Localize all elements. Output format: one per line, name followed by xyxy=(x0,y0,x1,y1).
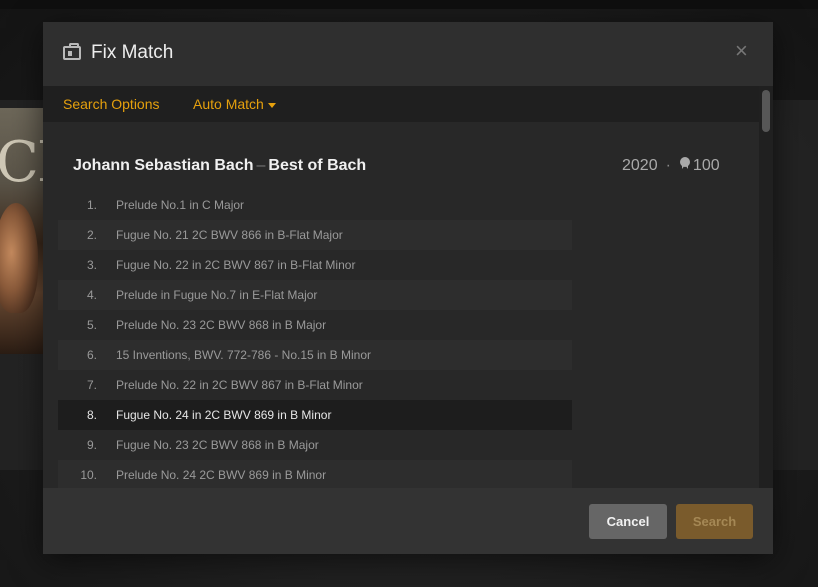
track-number: 8. xyxy=(86,408,97,422)
track-row: 10. Prelude No. 24 2C BWV 869 in B Minor xyxy=(58,460,572,488)
auto-match-label: Auto Match xyxy=(193,96,264,112)
track-title: Fugue No. 24 in 2C BWV 869 in B Minor xyxy=(116,408,332,422)
track-number: 9. xyxy=(86,438,97,452)
album-name: Best of Bach xyxy=(268,157,367,174)
auto-match-dropdown[interactable]: Auto Match xyxy=(193,96,276,112)
result-year: 2020 xyxy=(622,157,658,174)
track-row: 9. Fugue No. 23 2C BWV 868 in B Major xyxy=(58,430,572,460)
track-row: 1. Prelude No.1 in C Major xyxy=(58,190,572,220)
track-number: 2. xyxy=(86,228,97,242)
track-title: Prelude No. 22 in 2C BWV 867 in B-Flat M… xyxy=(116,378,363,392)
track-number: 4. xyxy=(86,288,97,302)
track-number: 7. xyxy=(86,378,97,392)
track-title: Prelude No. 23 2C BWV 868 in B Major xyxy=(116,318,327,332)
track-row: 7. Prelude No. 22 in 2C BWV 867 in B-Flat… xyxy=(58,370,572,400)
close-icon[interactable]: × xyxy=(735,40,748,62)
track-number: 3. xyxy=(86,258,97,272)
dialog-title: Fix Match xyxy=(91,42,174,63)
track-row: 4. Prelude in Fugue No.7 in E-Flat Major xyxy=(58,280,572,310)
track-number: 6. xyxy=(86,348,97,362)
meta-separator: · xyxy=(665,157,671,174)
fix-match-dialog: Fix Match × Search Options Auto Match Jo… xyxy=(43,22,773,554)
track-row-highlighted: 8. Fugue No. 24 in 2C BWV 869 in B Minor xyxy=(58,400,572,430)
track-title: Fugue No. 21 2C BWV 866 in B-Flat Major xyxy=(116,228,343,242)
id-card-icon xyxy=(63,43,81,60)
track-title: Fugue No. 23 2C BWV 868 in B Major xyxy=(116,438,319,452)
track-list: 1. Prelude No.1 in C Major 2. Fugue No. 21… xyxy=(58,190,572,488)
award-icon xyxy=(679,157,691,172)
dialog-header: Fix Match × xyxy=(43,22,773,86)
artist-name: Johann Sebastian Bach xyxy=(73,157,254,174)
results-scrollbar[interactable] xyxy=(759,86,773,488)
poster-portrait xyxy=(0,203,38,313)
caret-down-icon xyxy=(267,102,276,108)
album-poster: CH xyxy=(0,108,44,354)
track-number: 5. xyxy=(86,318,97,332)
cancel-button[interactable]: Cancel xyxy=(589,504,667,539)
track-row: 5. Prelude No. 23 2C BWV 868 in B Major xyxy=(58,310,572,340)
track-title: Prelude in Fugue No.7 in E-Flat Major xyxy=(116,288,318,302)
track-row: 2. Fugue No. 21 2C BWV 866 in B-Flat Majo… xyxy=(58,220,572,250)
scrollbar-thumb[interactable] xyxy=(762,90,770,132)
options-bar: Search Options Auto Match xyxy=(43,86,773,122)
track-title: Fugue No. 22 in 2C BWV 867 in B-Flat Min… xyxy=(116,258,356,272)
search-options-tab[interactable]: Search Options xyxy=(63,96,160,112)
track-row: 3. Fugue No. 22 in 2C BWV 867 in B-Flat M… xyxy=(58,250,572,280)
match-score: 100 xyxy=(692,157,720,174)
track-row: 6. 15 Inventions, BWV. 772-786 - No.15 in… xyxy=(58,340,572,370)
results-pane: Johann Sebastian Bach – Best of Bach 2020 ·… xyxy=(43,122,759,488)
poster-text: CH xyxy=(0,130,44,195)
result-meta: 2020 · 100 xyxy=(622,157,720,175)
track-title: Prelude No. 24 2C BWV 869 in B Minor xyxy=(116,468,327,482)
track-title: Prelude No.1 in C Major xyxy=(116,198,245,212)
search-button[interactable]: Search xyxy=(676,504,753,539)
dialog-footer: Cancel Search xyxy=(43,488,773,554)
track-number: 1. xyxy=(86,198,97,212)
track-title: 15 Inventions, BWV. 772-786 - No.15 in B… xyxy=(116,348,372,362)
title-separator: – xyxy=(256,157,266,174)
track-number: 10. xyxy=(80,468,97,482)
top-bar xyxy=(0,0,818,9)
result-heading[interactable]: Johann Sebastian Bach – Best of Bach xyxy=(73,157,366,175)
